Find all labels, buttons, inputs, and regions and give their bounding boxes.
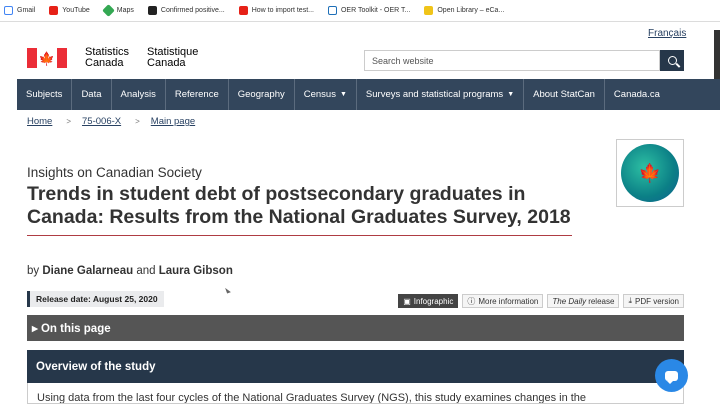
nav-census[interactable]: Census ▼ bbox=[293, 79, 356, 110]
pdf-version-button[interactable]: ⤓ PDF version bbox=[623, 294, 684, 308]
nav-reference[interactable]: Reference bbox=[164, 79, 228, 110]
bookmark-open-library[interactable]: Open Library – eCa... bbox=[424, 6, 504, 15]
chevron-right-icon: > bbox=[135, 117, 140, 126]
breadcrumb-catalogue[interactable]: 75-006-X bbox=[82, 116, 121, 127]
more-info-button[interactable]: ⓘ More information bbox=[462, 294, 544, 308]
nav-data[interactable]: Data bbox=[71, 79, 110, 110]
author-name: Diane Galarneau bbox=[42, 265, 134, 277]
breadcrumb: Home > 75-006-X > Main page bbox=[27, 116, 195, 127]
main-nav: Subjects Data Analysis Reference Geograp… bbox=[17, 79, 720, 110]
nav-geography[interactable]: Geography bbox=[227, 79, 294, 110]
bookmark-maps[interactable]: Maps bbox=[101, 4, 134, 17]
nav-about[interactable]: About StatCan bbox=[523, 79, 604, 110]
bookmark-oer[interactable]: OER Toolkit - OER T... bbox=[327, 6, 410, 15]
breadcrumb-main-page[interactable]: Main page bbox=[151, 116, 195, 127]
bookmarks-bar: Gmail YouTube Maps Confirmed positive...… bbox=[0, 0, 720, 22]
maple-leaf-icon: 🍁 bbox=[621, 144, 679, 202]
github-icon bbox=[147, 6, 157, 15]
chat-button[interactable] bbox=[655, 359, 688, 392]
canada-flag-icon: 🍁 bbox=[27, 48, 67, 68]
language-toggle-link[interactable]: Français bbox=[648, 28, 686, 39]
page-title: Trends in student debt of postsecondary … bbox=[27, 183, 572, 236]
author-name: Laura Gibson bbox=[158, 265, 233, 277]
infographic-button[interactable]: ▣ Infographic bbox=[398, 294, 459, 308]
nav-surveys[interactable]: Surveys and statistical programs ▼ bbox=[355, 79, 523, 110]
statcan-logo[interactable]: 🍁 Statistics Canada Statistique Canada bbox=[27, 47, 198, 69]
tool-links: ▣ Infographic ⓘ More information The Daily… bbox=[398, 294, 684, 308]
wordmark-french: Statistique Canada bbox=[147, 46, 199, 69]
search-input[interactable]: Search website bbox=[364, 50, 660, 71]
site-search: Search website bbox=[364, 50, 684, 71]
youtube-icon bbox=[238, 6, 248, 15]
search-button[interactable] bbox=[660, 50, 684, 71]
oer-icon bbox=[327, 6, 337, 15]
wordmark-english: Statistics Canada bbox=[85, 46, 130, 69]
chevron-down-icon: ▼ bbox=[339, 91, 347, 98]
gmail-icon bbox=[4, 6, 13, 15]
chevron-right-icon: > bbox=[66, 117, 72, 126]
chat-bubble-icon bbox=[665, 370, 678, 384]
byline: by Diane Galarneau and Laura Gibson bbox=[27, 265, 233, 277]
daily-release-button[interactable]: The Daily release bbox=[547, 294, 620, 308]
search-icon bbox=[667, 56, 677, 65]
nav-subjects[interactable]: Subjects bbox=[17, 79, 71, 110]
bookmark-gmail[interactable]: Gmail bbox=[4, 6, 35, 15]
publication-badge[interactable]: 🍁 bbox=[616, 139, 684, 207]
library-icon bbox=[424, 6, 434, 15]
youtube-icon bbox=[49, 6, 59, 15]
breadcrumb-home[interactable]: Home bbox=[27, 116, 52, 127]
release-date: Release date: August 25, 2020 bbox=[27, 291, 164, 307]
maps-icon bbox=[101, 4, 115, 17]
scrollbar[interactable] bbox=[714, 30, 720, 80]
mouse-cursor-icon bbox=[225, 286, 231, 294]
bookmark-youtube[interactable]: YouTube bbox=[49, 6, 90, 15]
on-this-page-toggle[interactable]: ▸ On this page bbox=[27, 315, 684, 341]
nav-canada-ca[interactable]: Canada.ca bbox=[603, 79, 669, 110]
image-icon: ▣ bbox=[403, 296, 411, 306]
nav-analysis[interactable]: Analysis bbox=[110, 79, 165, 110]
overview-text: Using data from the last four cycles of … bbox=[27, 383, 684, 404]
overview-heading: Overview of the study bbox=[27, 350, 684, 383]
chevron-down-icon: ▼ bbox=[507, 91, 515, 98]
bookmark-confirmed[interactable]: Confirmed positive... bbox=[147, 6, 225, 15]
info-icon: ⓘ bbox=[467, 296, 476, 306]
download-icon: ⤓ bbox=[628, 296, 632, 305]
series-name: Insights on Canadian Society bbox=[27, 165, 202, 180]
bookmark-import[interactable]: How to import test... bbox=[238, 6, 314, 15]
